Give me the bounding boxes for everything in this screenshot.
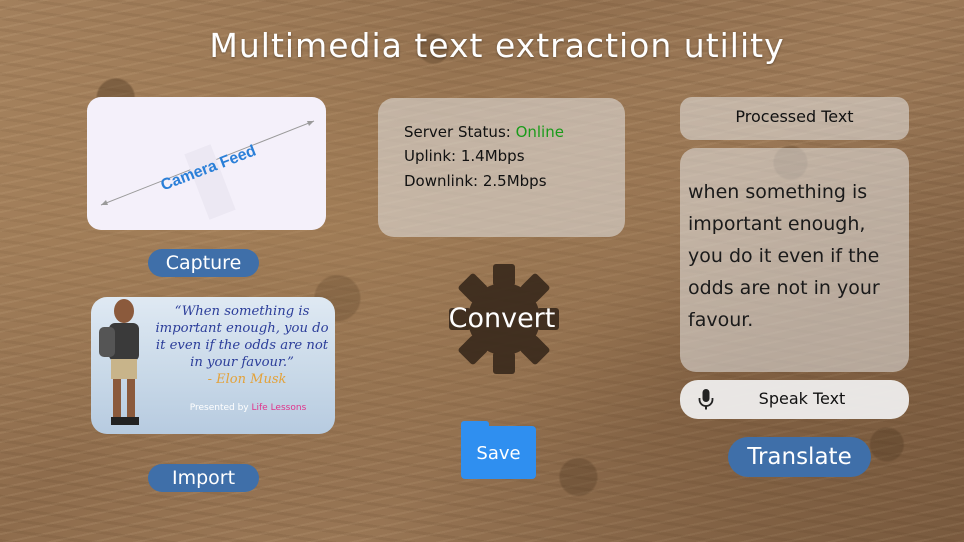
hiker-figure-icon <box>99 299 139 425</box>
processed-text-header: Processed Text <box>680 97 909 140</box>
speak-text-label: Speak Text <box>758 389 846 408</box>
import-button[interactable]: Import <box>148 464 259 492</box>
server-status-value: Online <box>515 123 564 141</box>
page-title: Multimedia text extraction utility <box>209 26 785 65</box>
save-button[interactable]: Save <box>461 421 536 479</box>
speak-text-button[interactable]: Speak Text <box>680 380 909 419</box>
server-status-panel: Server Status: Online Uplink: 1.4Mbps Do… <box>378 98 625 237</box>
processed-text-area[interactable]: when something is important enough, you … <box>680 148 909 372</box>
app-window: Multimedia text extraction utility Camer… <box>0 0 964 542</box>
presented-prefix: Presented by <box>189 403 252 413</box>
convert-button[interactable]: Convert <box>440 303 564 334</box>
translate-button[interactable]: Translate <box>728 437 871 477</box>
server-status-line: Server Status: Online <box>404 123 564 141</box>
imported-image: “When something is important enough, you… <box>91 297 335 434</box>
server-status-label: Server Status: <box>404 123 516 141</box>
camera-feed-placeholder-icon: Camera Feed <box>100 120 315 220</box>
uplink-readout: Uplink: 1.4Mbps <box>404 147 525 165</box>
presented-brand: Life Lessons <box>251 403 307 413</box>
quote-text: “When something is important enough, you… <box>155 304 329 370</box>
presented-by: Presented by Life Lessons <box>173 403 323 413</box>
downlink-readout: Downlink: 2.5Mbps <box>404 172 547 190</box>
capture-button[interactable]: Capture <box>148 249 259 277</box>
quote-author: - Elon Musk <box>207 372 287 387</box>
camera-feed[interactable]: Camera Feed <box>87 97 326 230</box>
